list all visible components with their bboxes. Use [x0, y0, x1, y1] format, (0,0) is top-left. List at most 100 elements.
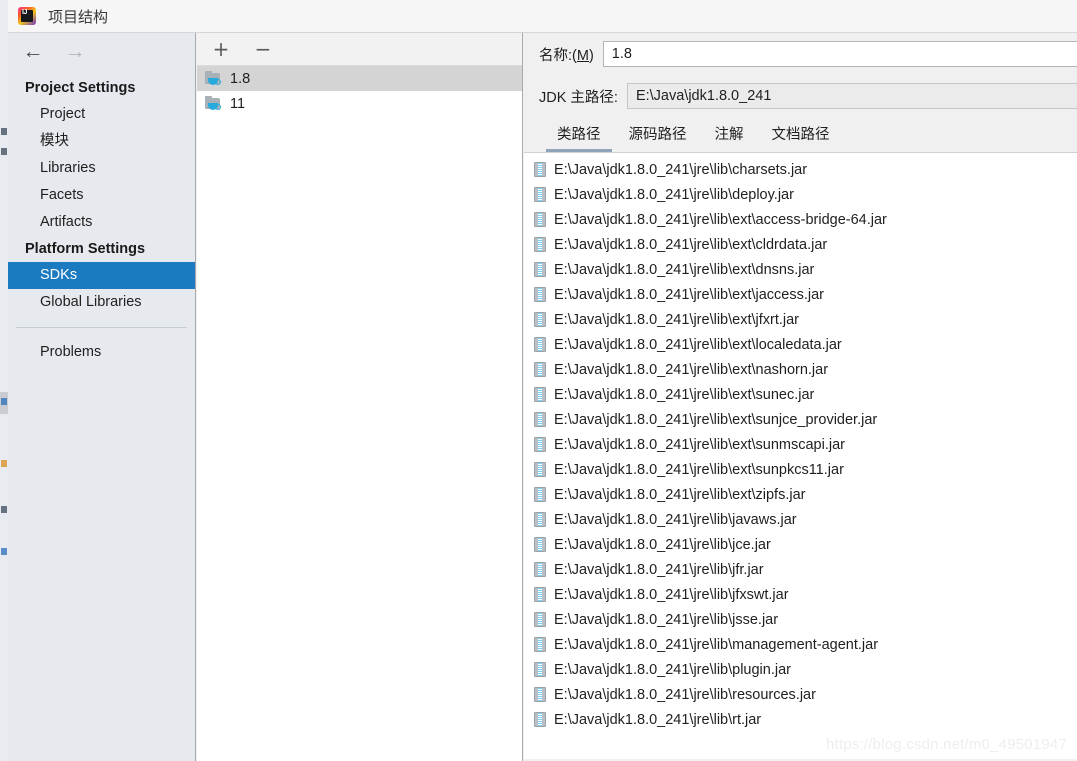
- classpath-entry-row[interactable]: E:\Java\jdk1.8.0_241\jre\lib\management-…: [524, 632, 1077, 657]
- jar-file-icon: [534, 287, 546, 302]
- classpath-entry-label: E:\Java\jdk1.8.0_241\jre\lib\ext\dnsns.j…: [554, 261, 815, 278]
- sdk-name-row: 名称:(M) 1.8: [524, 33, 1077, 75]
- classpath-entry-label: E:\Java\jdk1.8.0_241\jre\lib\ext\access-…: [554, 211, 887, 228]
- classpath-entry-label: E:\Java\jdk1.8.0_241\jre\lib\deploy.jar: [554, 186, 794, 203]
- sdk-name-label: 名称:(M): [539, 47, 594, 64]
- classpath-entry-row[interactable]: E:\Java\jdk1.8.0_241\jre\lib\jfr.jar: [524, 557, 1077, 582]
- classpath-entry-label: E:\Java\jdk1.8.0_241\jre\lib\javaws.jar: [554, 511, 797, 528]
- jdk-home-path-row: JDK 主路径: E:\Java\jdk1.8.0_241: [524, 75, 1077, 117]
- sidebar-item-problems[interactable]: Problems: [8, 339, 195, 366]
- tab-sourcepath[interactable]: 源码路径: [615, 123, 701, 152]
- sdk-list-item-label: 11: [230, 95, 246, 112]
- classpath-entry-row[interactable]: E:\Java\jdk1.8.0_241\jre\lib\jfxswt.jar: [524, 582, 1077, 607]
- classpath-entry-row[interactable]: E:\Java\jdk1.8.0_241\jre\lib\ext\sunec.j…: [524, 382, 1077, 407]
- classpath-entry-row[interactable]: E:\Java\jdk1.8.0_241\jre\lib\ext\zipfs.j…: [524, 482, 1077, 507]
- remove-sdk-button[interactable]: −: [253, 39, 273, 59]
- sdk-detail-panel: 名称:(M) 1.8 JDK 主路径: E:\Java\jdk1.8.0_241…: [524, 33, 1077, 761]
- jar-file-icon: [534, 562, 546, 577]
- sidebar-group-project-settings: Project Settings: [25, 80, 136, 96]
- sidebar-item-sdks[interactable]: SDKs: [8, 262, 195, 289]
- sdk-list-item-label: 1.8: [230, 70, 251, 87]
- classpath-entry-row[interactable]: E:\Java\jdk1.8.0_241\jre\lib\jsse.jar: [524, 607, 1077, 632]
- jar-file-icon: [534, 162, 546, 177]
- classpath-entry-label: E:\Java\jdk1.8.0_241\jre\lib\ext\cldrdat…: [554, 236, 828, 253]
- add-sdk-button[interactable]: +: [211, 39, 231, 59]
- forward-arrow-icon[interactable]: →: [62, 40, 88, 62]
- jar-file-icon: [534, 637, 546, 652]
- classpath-entry-row[interactable]: E:\Java\jdk1.8.0_241\jre\lib\ext\jaccess…: [524, 282, 1077, 307]
- classpath-entry-row[interactable]: E:\Java\jdk1.8.0_241\jre\lib\deploy.jar: [524, 182, 1077, 207]
- jdk-home-path-label: JDK 主路径:: [539, 89, 618, 106]
- jar-file-icon: [534, 412, 546, 427]
- intellij-idea-logo-icon: [18, 7, 36, 25]
- sdk-list-toolbar: + −: [197, 33, 522, 66]
- jar-file-icon: [534, 387, 546, 402]
- classpath-entry-label: E:\Java\jdk1.8.0_241\jre\lib\jce.jar: [554, 536, 771, 553]
- back-arrow-icon[interactable]: ←: [20, 40, 46, 62]
- jar-file-icon: [534, 537, 546, 552]
- tab-annotations[interactable]: 注解: [701, 123, 758, 152]
- classpath-entry-list[interactable]: E:\Java\jdk1.8.0_241\jre\lib\charsets.ja…: [524, 153, 1077, 759]
- classpath-entry-row[interactable]: E:\Java\jdk1.8.0_241\jre\lib\ext\sunjce_…: [524, 407, 1077, 432]
- jar-file-icon: [534, 187, 546, 202]
- classpath-entry-label: E:\Java\jdk1.8.0_241\jre\lib\jfr.jar: [554, 561, 764, 578]
- classpath-entry-row[interactable]: E:\Java\jdk1.8.0_241\jre\lib\jce.jar: [524, 532, 1077, 557]
- title-bar: 项目结构: [8, 0, 1077, 33]
- classpath-entry-row[interactable]: E:\Java\jdk1.8.0_241\jre\lib\ext\sunmsca…: [524, 432, 1077, 457]
- jar-file-icon: [534, 487, 546, 502]
- classpath-entry-row[interactable]: E:\Java\jdk1.8.0_241\jre\lib\resources.j…: [524, 682, 1077, 707]
- dialog-window: 项目结构 ← → Project Settings Project 模块 Lib…: [8, 0, 1077, 761]
- classpath-entry-label: E:\Java\jdk1.8.0_241\jre\lib\plugin.jar: [554, 661, 791, 678]
- sdk-list-item-1-8[interactable]: 1.8: [197, 66, 522, 91]
- sdk-list-item-11[interactable]: 11: [197, 91, 522, 116]
- classpath-entry-row[interactable]: E:\Java\jdk1.8.0_241\jre\lib\rt.jar: [524, 707, 1077, 732]
- classpath-entry-label: E:\Java\jdk1.8.0_241\jre\lib\charsets.ja…: [554, 161, 808, 178]
- classpath-entry-row[interactable]: E:\Java\jdk1.8.0_241\jre\lib\javaws.jar: [524, 507, 1077, 532]
- project-structure-dialog: 项目结构 ← → Project Settings Project 模块 Lib…: [0, 0, 1077, 761]
- classpath-entry-row[interactable]: E:\Java\jdk1.8.0_241\jre\lib\ext\localed…: [524, 332, 1077, 357]
- classpath-entry-row[interactable]: E:\Java\jdk1.8.0_241\jre\lib\ext\cldrdat…: [524, 232, 1077, 257]
- jar-file-icon: [534, 687, 546, 702]
- jar-file-icon: [534, 262, 546, 277]
- classpath-entry-row[interactable]: E:\Java\jdk1.8.0_241\jre\lib\ext\access-…: [524, 207, 1077, 232]
- jar-file-icon: [534, 437, 546, 452]
- classpath-entry-label: E:\Java\jdk1.8.0_241\jre\lib\ext\localed…: [554, 336, 842, 353]
- sdk-name-input[interactable]: 1.8: [602, 41, 1077, 67]
- jar-file-icon: [534, 462, 546, 477]
- classpath-entry-label: E:\Java\jdk1.8.0_241\jre\lib\ext\sunec.j…: [554, 386, 815, 403]
- jdk-home-path-input[interactable]: E:\Java\jdk1.8.0_241: [626, 83, 1077, 109]
- background-ide-window-edge: [0, 0, 8, 761]
- sidebar-item-project[interactable]: Project: [8, 101, 195, 128]
- sidebar-item-facets[interactable]: Facets: [8, 182, 195, 209]
- classpath-entry-row[interactable]: E:\Java\jdk1.8.0_241\jre\lib\ext\sunpkcs…: [524, 457, 1077, 482]
- sidebar-divider: [16, 327, 187, 328]
- tab-documentpath[interactable]: 文档路径: [758, 123, 844, 152]
- sidebar-item-libraries[interactable]: Libraries: [8, 155, 195, 182]
- classpath-entry-label: E:\Java\jdk1.8.0_241\jre\lib\rt.jar: [554, 711, 762, 728]
- jar-file-icon: [534, 662, 546, 677]
- sidebar-item-modules[interactable]: 模块: [8, 128, 195, 155]
- classpath-entry-row[interactable]: E:\Java\jdk1.8.0_241\jre\lib\ext\jfxrt.j…: [524, 307, 1077, 332]
- classpath-entry-label: E:\Java\jdk1.8.0_241\jre\lib\resources.j…: [554, 686, 816, 703]
- java-sdk-folder-icon: [205, 96, 222, 111]
- sidebar-list: Project Settings Project 模块 Libraries Fa…: [8, 69, 195, 366]
- classpath-entry-row[interactable]: E:\Java\jdk1.8.0_241\jre\lib\ext\nashorn…: [524, 357, 1077, 382]
- sidebar-group-platform-settings: Platform Settings: [25, 241, 146, 257]
- sidebar-item-global-libraries[interactable]: Global Libraries: [8, 289, 195, 316]
- tab-classpath[interactable]: 类路径: [543, 123, 615, 152]
- classpath-entry-label: E:\Java\jdk1.8.0_241\jre\lib\ext\nashorn…: [554, 361, 829, 378]
- sidebar-item-artifacts[interactable]: Artifacts: [8, 209, 195, 236]
- jar-file-icon: [534, 587, 546, 602]
- classpath-entry-label: E:\Java\jdk1.8.0_241\jre\lib\ext\sunjce_…: [554, 411, 878, 428]
- classpath-entry-row[interactable]: E:\Java\jdk1.8.0_241\jre\lib\plugin.jar: [524, 657, 1077, 682]
- window-title: 项目结构: [48, 8, 109, 26]
- classpath-entry-label: E:\Java\jdk1.8.0_241\jre\lib\ext\jaccess…: [554, 286, 824, 303]
- classpath-entry-label: E:\Java\jdk1.8.0_241\jre\lib\ext\jfxrt.j…: [554, 311, 800, 328]
- jar-file-icon: [534, 512, 546, 527]
- classpath-entry-label: E:\Java\jdk1.8.0_241\jre\lib\jsse.jar: [554, 611, 779, 628]
- sdk-detail-tabs: 类路径 源码路径 注解 文档路径: [524, 117, 1077, 153]
- classpath-entry-row[interactable]: E:\Java\jdk1.8.0_241\jre\lib\ext\dnsns.j…: [524, 257, 1077, 282]
- classpath-entry-label: E:\Java\jdk1.8.0_241\jre\lib\ext\zipfs.j…: [554, 486, 806, 503]
- classpath-entry-row[interactable]: E:\Java\jdk1.8.0_241\jre\lib\charsets.ja…: [524, 157, 1077, 182]
- settings-sidebar: ← → Project Settings Project 模块 Librarie…: [8, 33, 196, 761]
